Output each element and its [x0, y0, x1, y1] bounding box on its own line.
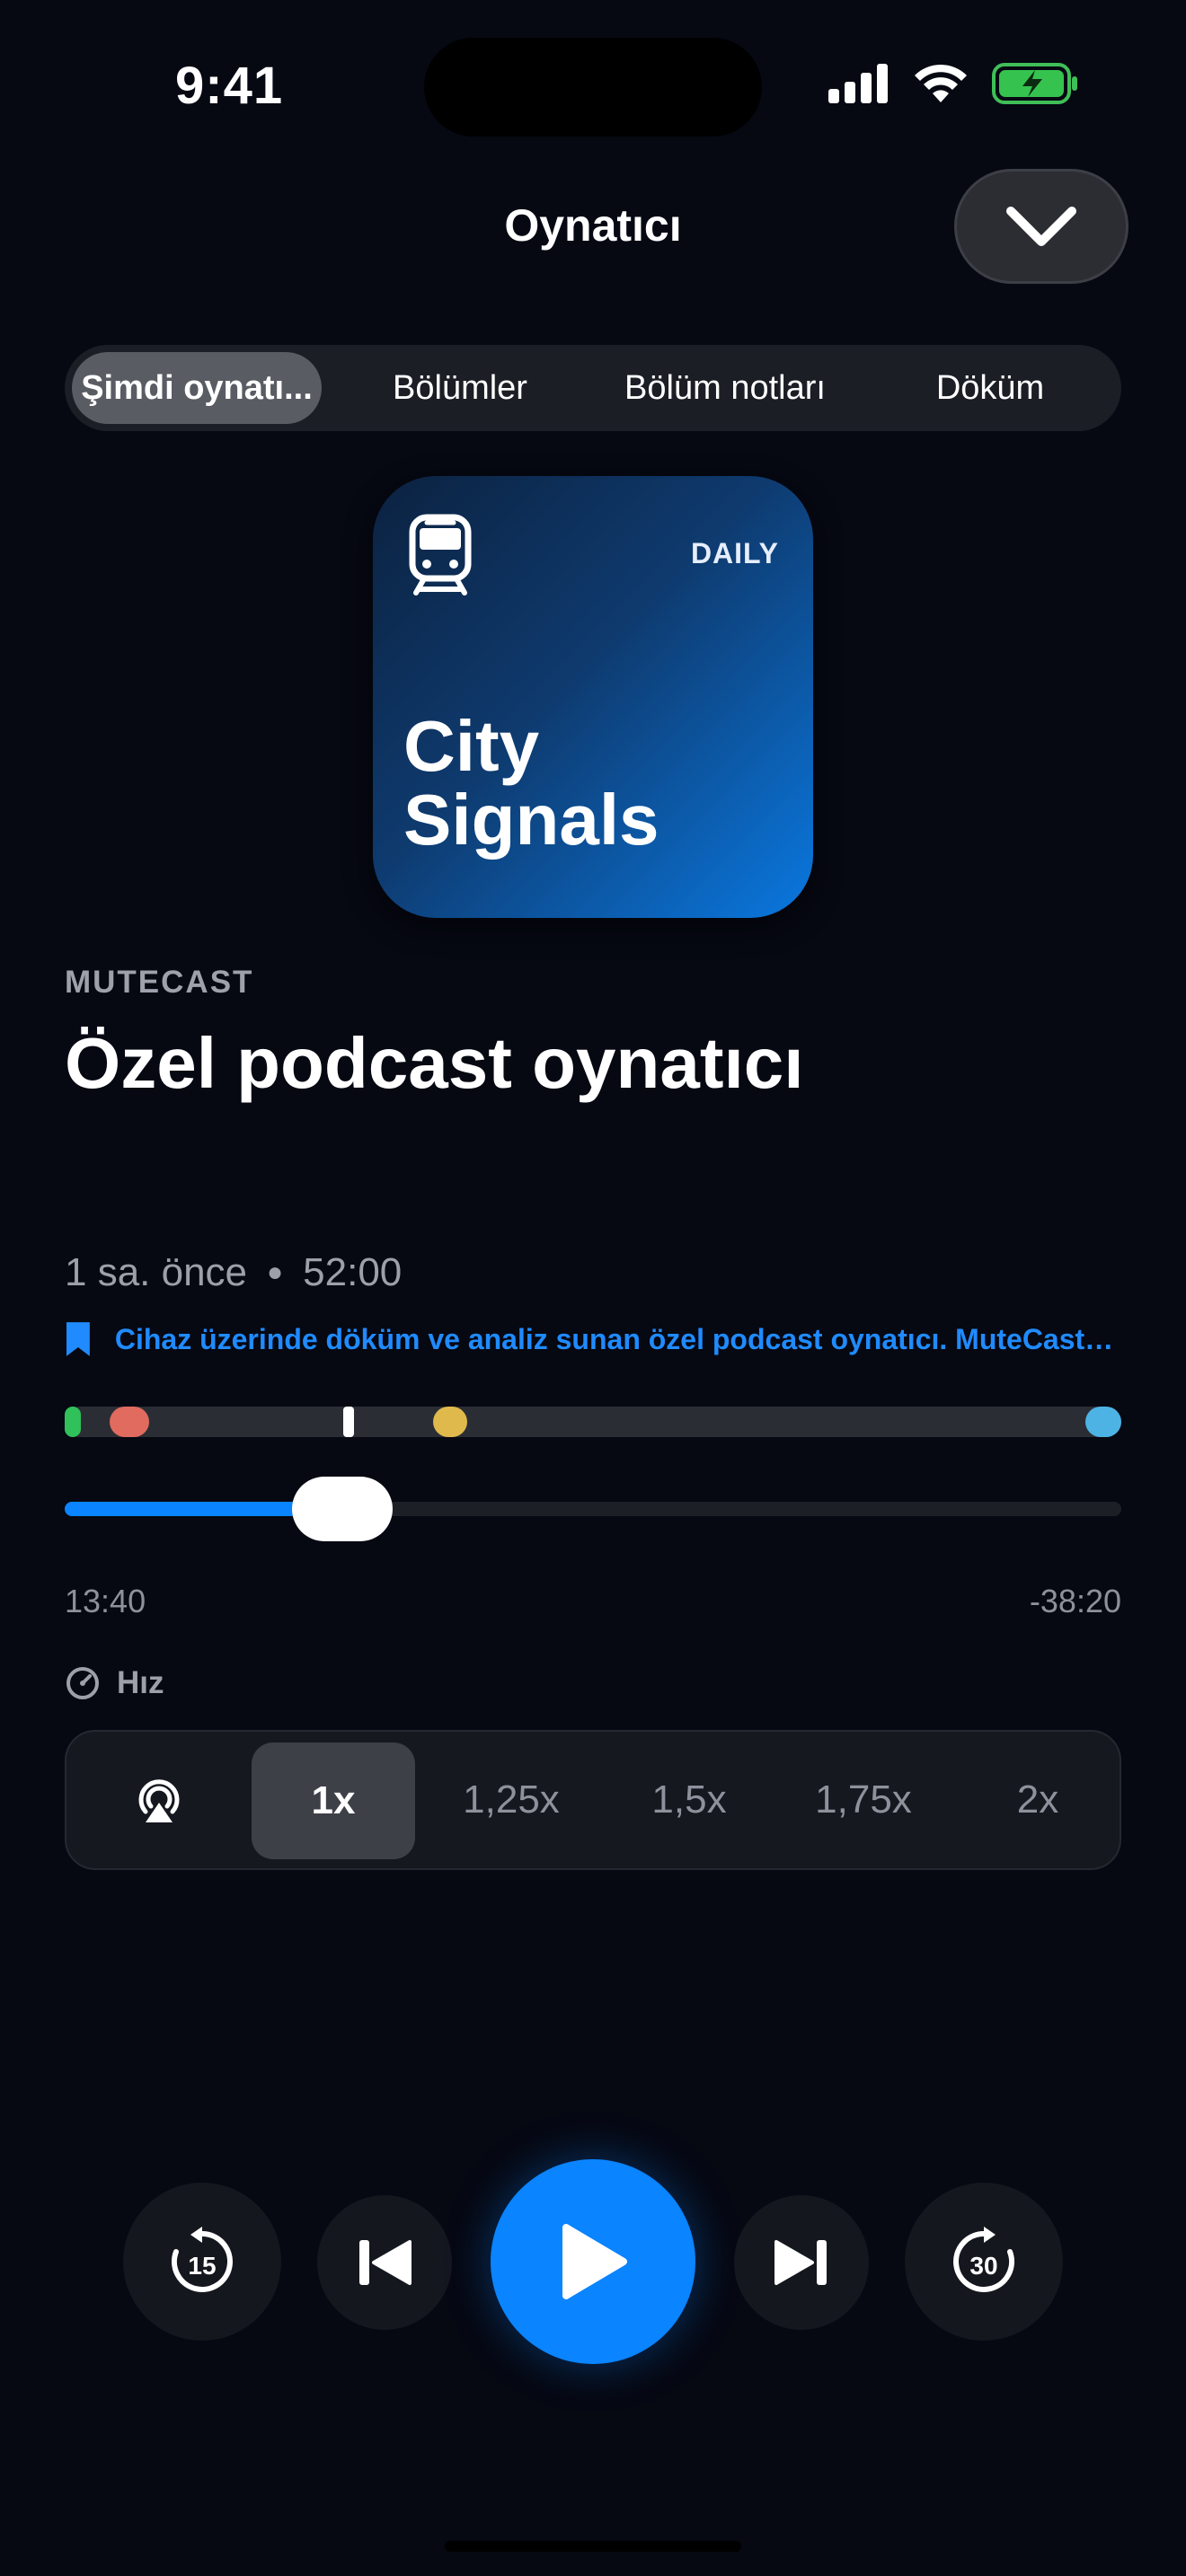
episode-duration: 52:00	[303, 1250, 403, 1294]
signal-icon	[828, 64, 888, 103]
speed-option-1-75x[interactable]: 1,75x	[778, 1732, 949, 1868]
skip-forward-label: 30	[969, 2252, 997, 2280]
airplay-button[interactable]	[66, 1732, 252, 1868]
tab-now-playing[interactable]: Şimdi oynatı...	[72, 352, 322, 424]
dynamic-island	[424, 38, 762, 137]
play-icon	[562, 2224, 627, 2299]
speed-label: Hız	[117, 1665, 164, 1700]
marker-3[interactable]	[433, 1407, 467, 1437]
remaining-time: -38:20	[1029, 1583, 1121, 1619]
rewind-15-icon: 15	[172, 2227, 233, 2292]
collapse-button[interactable]	[954, 169, 1128, 284]
speed-option-2x[interactable]: 2x	[956, 1732, 1120, 1868]
tab-episodes[interactable]: Bölümler	[334, 345, 586, 431]
next-icon	[774, 2240, 827, 2285]
speed-option-1-5x[interactable]: 1,5x	[604, 1732, 774, 1868]
artwork-badge: DAILY	[690, 537, 779, 569]
train-icon	[409, 514, 472, 595]
progress-thumb[interactable]	[292, 1477, 394, 1541]
chapter-title: Cihaz üzerinde döküm ve analiz sunan öze…	[114, 1322, 1121, 1355]
episode-meta: 1 sa. önce ● 52:00	[65, 1250, 402, 1295]
separator-dot: ●	[267, 1257, 284, 1287]
chevron-down-icon	[1006, 207, 1076, 246]
forward-30-icon: 30	[953, 2227, 1014, 2292]
home-indicator	[445, 2541, 741, 2552]
bookmark-icon	[66, 1322, 90, 1356]
artwork-title-line1: City	[403, 706, 540, 786]
skip-back-label: 15	[188, 2252, 216, 2280]
tab-episode-notes[interactable]: Bölüm notları	[595, 345, 855, 431]
wifi-icon	[915, 64, 967, 102]
skip-forward-button[interactable]: 30	[905, 2183, 1063, 2341]
status-icons	[828, 63, 1078, 104]
airplay-icon	[138, 1779, 180, 1822]
battery-icon	[992, 63, 1077, 104]
speed-option-1-25x[interactable]: 1,25x	[426, 1732, 597, 1868]
speedometer-icon	[66, 1667, 99, 1699]
current-chapter[interactable]: Cihaz üzerinde döküm ve analiz sunan öze…	[65, 1320, 1121, 1358]
tab-transcript[interactable]: Döküm	[864, 345, 1116, 431]
episode-title: Özel podcast oynatıcı	[65, 1023, 804, 1103]
marker-4[interactable]	[1085, 1407, 1121, 1437]
next-button[interactable]	[734, 2195, 869, 2330]
publisher-name[interactable]: MUTECAST	[65, 965, 253, 1001]
marker-1[interactable]	[65, 1407, 81, 1437]
previous-button[interactable]	[317, 2195, 452, 2330]
marker-2[interactable]	[110, 1407, 149, 1437]
previous-icon	[359, 2240, 412, 2285]
status-time: 9:41	[175, 57, 284, 115]
chapter-markers-bar[interactable]	[65, 1407, 1121, 1437]
speed-header: Hız	[65, 1665, 164, 1701]
marker-current	[343, 1407, 354, 1437]
podcast-artwork: DAILY City Signals	[373, 476, 813, 918]
published-time: 1 sa. önce	[65, 1250, 248, 1294]
elapsed-time: 13:40	[65, 1583, 146, 1619]
segmented-tabs: Şimdi oynatı... Bölümler Bölüm notları D…	[65, 345, 1121, 431]
artwork-title-line2: Signals	[403, 779, 659, 860]
artwork-title: City Signals	[403, 710, 659, 856]
speed-option-1x[interactable]: 1x	[252, 1742, 415, 1859]
speed-selector: 1x 1,25x 1,5x 1,75x 2x	[65, 1730, 1121, 1870]
play-button[interactable]	[491, 2159, 695, 2364]
skip-back-button[interactable]: 15	[123, 2183, 281, 2341]
